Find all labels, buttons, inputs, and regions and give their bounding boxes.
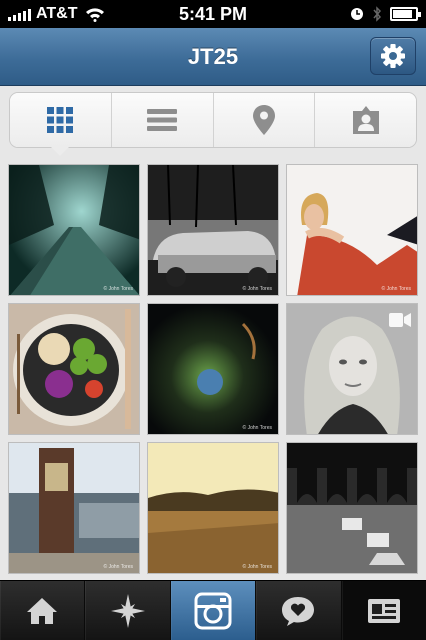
photo-thumbnail[interactable]: © John Tores: [147, 303, 279, 435]
map-pin-icon: [252, 105, 275, 135]
tab-grid[interactable]: [10, 93, 112, 156]
photo-grid: © John Tores © John Tores © John Tores ©…: [8, 164, 418, 574]
status-bar: AT&T 5:41 PM: [0, 0, 426, 28]
photo-watermark: © John Tores: [103, 564, 133, 570]
tab-bar: [0, 580, 426, 640]
photo-watermark: © John Tores: [381, 286, 411, 292]
tab-explore[interactable]: [85, 581, 171, 640]
star-icon: [110, 593, 145, 628]
settings-button[interactable]: [370, 37, 416, 75]
tab-profile[interactable]: [341, 581, 426, 640]
photo-thumbnail[interactable]: © John Tores: [286, 164, 418, 296]
tab-home[interactable]: [0, 581, 86, 640]
photo-thumbnail[interactable]: © John Tores: [8, 164, 140, 296]
home-icon: [27, 597, 58, 624]
gear-icon: [381, 44, 405, 68]
photo-watermark: © John Tores: [242, 286, 272, 292]
photo-watermark: © John Tores: [242, 425, 272, 431]
clock-icon: [351, 8, 363, 20]
page-title: JT25: [187, 44, 239, 69]
tab-map[interactable]: [213, 93, 316, 147]
bluetooth-icon: [373, 6, 382, 22]
tab-tagged[interactable]: [315, 93, 416, 147]
photo-thumbnail[interactable]: © John Tores: [8, 442, 140, 574]
photo-thumbnail[interactable]: [8, 303, 140, 435]
video-camera-icon: [389, 313, 411, 327]
nav-bar: JT25: [0, 28, 426, 86]
grid-icon: [47, 107, 74, 133]
photo-watermark: © John Tores: [242, 564, 272, 570]
photo-thumbnail[interactable]: [286, 303, 418, 435]
photo-thumbnail[interactable]: © John Tores: [147, 164, 279, 296]
person-tag-icon: [352, 106, 379, 134]
photo-thumbnail[interactable]: [286, 442, 418, 574]
list-icon: [147, 109, 178, 131]
photo-watermark: © John Tores: [103, 286, 133, 292]
tab-camera[interactable]: [170, 581, 257, 640]
photo-thumbnail[interactable]: © John Tores: [147, 442, 279, 574]
camera-icon: [194, 592, 232, 629]
profile-card-icon: [367, 598, 400, 623]
view-tabs: [9, 92, 417, 156]
battery-icon: [390, 7, 421, 21]
tab-list[interactable]: [111, 93, 214, 147]
tab-news[interactable]: [256, 581, 342, 640]
heart-bubble-icon: [282, 596, 315, 626]
